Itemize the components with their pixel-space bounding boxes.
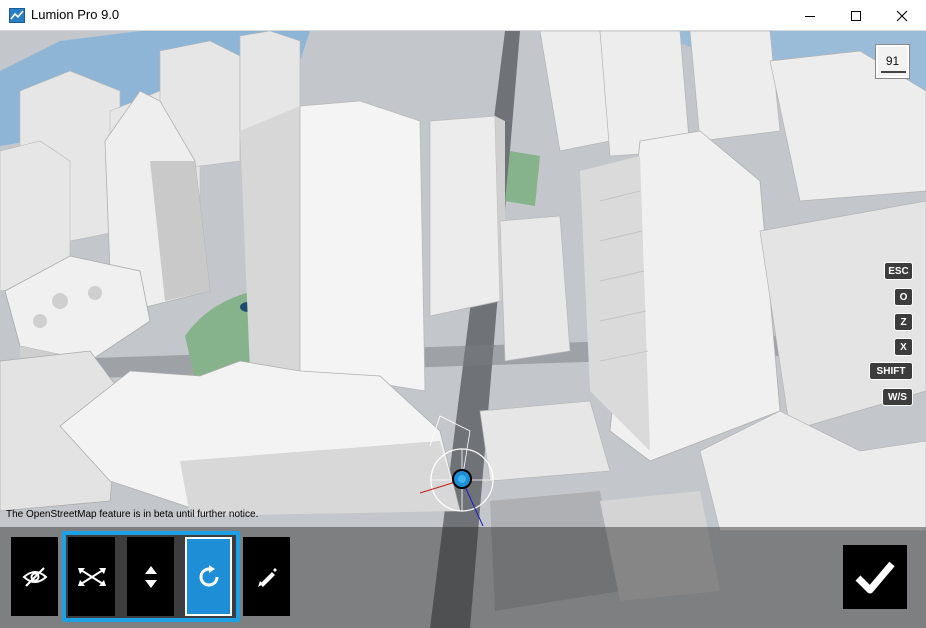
- confirm-button[interactable]: [843, 545, 907, 609]
- lumion-app-icon: [9, 8, 25, 23]
- shortcut-key-x[interactable]: X: [894, 338, 913, 356]
- maximize-icon: [851, 10, 861, 21]
- title-bar: Lumion Pro 9.0: [0, 0, 926, 31]
- maximize-button[interactable]: [833, 0, 879, 31]
- close-icon: [896, 10, 908, 21]
- minimize-button[interactable]: [787, 0, 833, 31]
- shortcut-key-o[interactable]: O: [894, 288, 913, 306]
- rotate-icon: [199, 564, 218, 586]
- checkmark-icon: [855, 561, 895, 594]
- fps-bar: [881, 71, 906, 73]
- fps-counter: 91: [876, 45, 909, 78]
- move-button[interactable]: [68, 537, 115, 616]
- fps-value: 91: [885, 54, 900, 68]
- central-tower-left: [240, 106, 300, 371]
- hide-button[interactable]: [11, 537, 58, 616]
- shortcut-key-ws[interactable]: W/S: [882, 388, 913, 406]
- shortcut-key-shift[interactable]: SHIFT: [869, 362, 913, 380]
- minimize-icon: [805, 15, 815, 17]
- 3d-viewport[interactable]: 91 ESC O Z X SHIFT W/S The OpenStreetMap…: [0, 31, 926, 628]
- height-arrows-icon: [144, 565, 157, 588]
- shortcut-key-esc[interactable]: ESC: [884, 262, 913, 280]
- central-tower-right: [429, 115, 501, 317]
- beta-notice: The OpenStreetMap feature is in beta unt…: [6, 509, 259, 520]
- eye-hidden-icon: [22, 566, 47, 587]
- close-button[interactable]: [879, 0, 925, 31]
- height-button[interactable]: [127, 537, 174, 616]
- window-title: Lumion Pro 9.0: [31, 7, 120, 22]
- edit-button[interactable]: [243, 537, 290, 616]
- move-icon: [77, 567, 106, 586]
- shortcut-key-z[interactable]: Z: [894, 313, 913, 331]
- pencil-icon: [257, 567, 277, 587]
- rotate-button[interactable]: [185, 537, 232, 616]
